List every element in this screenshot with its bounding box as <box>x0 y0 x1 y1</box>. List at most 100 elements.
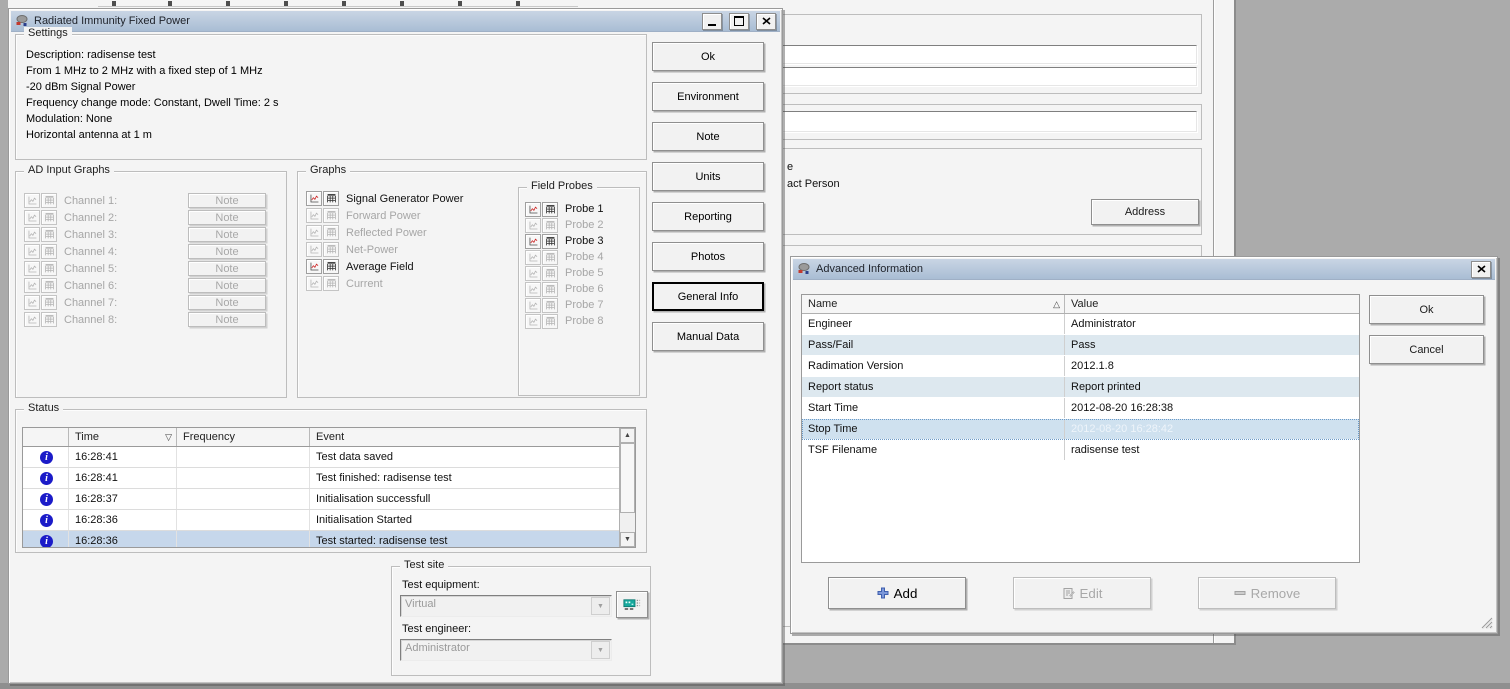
table-icon[interactable] <box>542 250 558 265</box>
graph-icon[interactable] <box>525 266 541 281</box>
table-icon[interactable] <box>323 259 339 274</box>
close-icon[interactable] <box>1471 261 1491 278</box>
test-engineer-select[interactable]: Administrator ▼ <box>400 639 612 661</box>
status-scrollbar[interactable]: ▲ ▼ <box>619 428 635 547</box>
graph-icon[interactable] <box>24 312 40 327</box>
side-button[interactable]: Note <box>652 122 764 151</box>
advanced-row[interactable]: Start Time 2012-08-20 16:28:38 <box>802 398 1359 419</box>
chevron-down-icon[interactable]: ▼ <box>591 597 610 615</box>
graph-icon[interactable] <box>306 208 322 223</box>
graph-icon[interactable] <box>306 242 322 257</box>
graph-icon[interactable] <box>525 202 541 217</box>
status-col-time[interactable]: Time ▽ <box>69 428 177 446</box>
graph-icon[interactable] <box>525 218 541 233</box>
remove-button[interactable]: Remove <box>1198 577 1336 609</box>
close-icon[interactable] <box>756 13 776 30</box>
advanced-ok-button[interactable]: Ok <box>1369 295 1484 324</box>
side-button[interactable]: Environment <box>652 82 764 111</box>
side-button[interactable]: General Info <box>652 282 764 311</box>
table-icon[interactable] <box>41 295 57 310</box>
status-col-event[interactable]: Event <box>310 428 620 446</box>
graph-icon[interactable] <box>306 276 322 291</box>
address-button[interactable]: Address <box>1091 199 1199 225</box>
advanced-row[interactable]: Radimation Version 2012.1.8 <box>802 356 1359 377</box>
table-icon[interactable] <box>323 191 339 206</box>
table-icon[interactable] <box>323 242 339 257</box>
graph-icon[interactable] <box>306 225 322 240</box>
table-icon[interactable] <box>542 314 558 329</box>
main-titlebar[interactable]: Radiated Immunity Fixed Power <box>11 11 780 32</box>
note-button[interactable]: Note <box>188 244 266 259</box>
table-icon[interactable] <box>542 202 558 217</box>
note-button[interactable]: Note <box>188 227 266 242</box>
maximize-button[interactable] <box>729 13 749 30</box>
table-icon[interactable] <box>41 210 57 225</box>
table-icon[interactable] <box>41 193 57 208</box>
table-icon[interactable] <box>41 244 57 259</box>
advanced-titlebar[interactable]: Advanced Information <box>793 259 1495 280</box>
advanced-col-value[interactable]: Value <box>1065 295 1359 313</box>
side-button[interactable]: Ok <box>652 42 764 71</box>
table-icon[interactable] <box>542 218 558 233</box>
graph-icon[interactable] <box>306 259 322 274</box>
advanced-row[interactable]: TSF Filename radisense test <box>802 440 1359 461</box>
table-icon[interactable] <box>41 261 57 276</box>
status-col-frequency[interactable]: Frequency <box>177 428 310 446</box>
add-button[interactable]: Add <box>828 577 966 609</box>
status-row[interactable]: i 16:28:41 Test finished: radisense test <box>23 468 620 489</box>
status-row[interactable]: i 16:28:37 Initialisation successfull <box>23 489 620 510</box>
side-button[interactable]: Manual Data <box>652 322 764 351</box>
graph-icon[interactable] <box>24 227 40 242</box>
scroll-up-icon[interactable]: ▲ <box>620 428 635 443</box>
scroll-down-icon[interactable]: ▼ <box>620 532 635 547</box>
advanced-row[interactable]: Report status Report printed <box>802 377 1359 398</box>
minimize-button[interactable] <box>702 13 722 30</box>
equipment-config-button[interactable] <box>616 591 648 618</box>
status-row[interactable]: i 16:28:36 Test started: radisense test <box>23 531 620 548</box>
note-button[interactable]: Note <box>188 210 266 225</box>
note-button[interactable]: Note <box>188 193 266 208</box>
status-row[interactable]: i 16:28:36 Initialisation Started <box>23 510 620 531</box>
advanced-row[interactable]: Stop Time 2012-08-20 16:28:42 <box>802 419 1359 440</box>
advanced-col-name[interactable]: Name △ <box>802 295 1065 313</box>
advanced-row[interactable]: Pass/Fail Pass <box>802 335 1359 356</box>
status-row[interactable]: i 16:28:41 Test data saved <box>23 447 620 468</box>
graph-icon[interactable] <box>306 191 322 206</box>
advanced-cancel-button[interactable]: Cancel <box>1369 335 1484 364</box>
graph-icon[interactable] <box>525 250 541 265</box>
note-button[interactable]: Note <box>188 312 266 327</box>
table-icon[interactable] <box>41 312 57 327</box>
note-button[interactable]: Note <box>188 278 266 293</box>
graph-icon[interactable] <box>24 261 40 276</box>
table-icon[interactable] <box>542 234 558 249</box>
status-col-icon[interactable] <box>23 428 69 446</box>
side-button[interactable]: Reporting <box>652 202 764 231</box>
scroll-thumb[interactable] <box>620 443 635 513</box>
graph-icon[interactable] <box>24 210 40 225</box>
table-icon[interactable] <box>323 208 339 223</box>
chevron-down-icon[interactable]: ▼ <box>591 641 610 659</box>
graph-icon[interactable] <box>525 298 541 313</box>
table-icon[interactable] <box>41 278 57 293</box>
graph-icon[interactable] <box>525 314 541 329</box>
graph-icon[interactable] <box>24 295 40 310</box>
table-icon[interactable] <box>323 225 339 240</box>
graph-icon[interactable] <box>24 193 40 208</box>
note-button[interactable]: Note <box>188 261 266 276</box>
table-icon[interactable] <box>41 227 57 242</box>
edit-button[interactable]: Edit <box>1013 577 1151 609</box>
table-icon[interactable] <box>542 298 558 313</box>
table-icon[interactable] <box>542 266 558 281</box>
graph-icon[interactable] <box>24 278 40 293</box>
table-icon[interactable] <box>542 282 558 297</box>
table-icon[interactable] <box>323 276 339 291</box>
graph-icon[interactable] <box>24 244 40 259</box>
graph-icon[interactable] <box>525 282 541 297</box>
side-button[interactable]: Photos <box>652 242 764 271</box>
side-button[interactable]: Units <box>652 162 764 191</box>
graph-icon[interactable] <box>525 234 541 249</box>
test-equipment-select[interactable]: Virtual ▼ <box>400 595 612 617</box>
note-button[interactable]: Note <box>188 295 266 310</box>
resize-grip[interactable] <box>1480 616 1493 629</box>
advanced-row[interactable]: Engineer Administrator <box>802 314 1359 335</box>
